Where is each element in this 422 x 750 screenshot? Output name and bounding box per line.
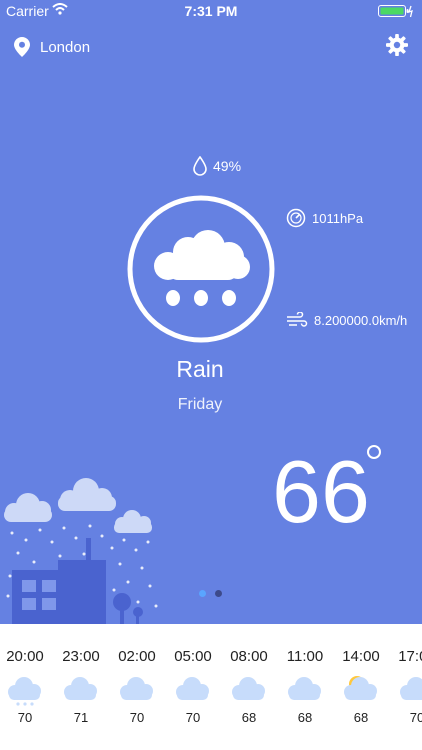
clock: 7:31 PM [184,3,238,19]
battery-icon [378,5,413,18]
settings-gear-icon[interactable] [386,34,408,56]
hourly-item: 20:00 70 [0,624,53,725]
hourly-item: 11:00 68 [277,624,333,725]
hourly-temp: 68 [297,710,313,725]
status-bar: Carrier 7:31 PM [0,0,422,22]
cloud-icon [232,677,265,700]
wind-readout: 8.200000.0km/h [286,312,407,328]
temperature-value: 66 [272,442,370,541]
weather-app: { "status": {"carrier": "Carrier", "time… [0,0,422,750]
cloud-icon [120,677,153,700]
wind-icon [287,312,308,327]
hourly-time: 17:00 [398,648,422,665]
hourly-temp: 70 [409,710,422,725]
wind-value: 8.200000.0km/h [314,312,408,328]
hourly-item: 14:00 68 [333,624,389,725]
sun-cloud-icon [344,676,377,700]
hourly-time: 08:00 [230,648,268,665]
hourly-temp: 70 [17,710,33,725]
water-drop-icon [193,156,207,176]
hourly-forecast[interactable]: 20:00 70 23:00 71 02:00 70 05:00 70 08:00 68 11:00… [0,624,422,750]
rainy-city-illustration [4,478,158,624]
condition-label: Rain [176,356,224,382]
humidity-readout: 49% [193,156,241,176]
cloud-icon [176,677,209,700]
hourly-time: 20:00 [6,648,44,665]
hourly-temp: 68 [241,710,257,725]
day-label: Friday [177,396,223,413]
humidity-value: 49% [213,158,242,174]
hourly-time: 14:00 [342,648,380,665]
rain-cloud-icon [127,195,275,343]
hourly-temp: 71 [73,710,89,725]
page-dot-active[interactable] [199,590,206,597]
pressure-readout: 1011hPa [286,208,363,228]
hourly-temp: 68 [353,710,369,725]
hourly-item: 05:00 70 [165,624,221,725]
cloud-icon [64,677,97,700]
hourly-time: 02:00 [118,648,156,665]
city-label: London [40,38,91,56]
rain-cloud-icon [8,677,41,706]
hourly-item: 17:00 70 [389,624,422,725]
hourly-time: 11:00 [286,648,324,665]
main-panel: Carrier 7:31 PM London 49% 1011hPa 8.200… [0,0,422,624]
hourly-time: 05:00 [174,648,212,665]
cloud-icon [400,677,422,700]
page-dot[interactable] [215,590,222,597]
location-pin-icon [14,37,30,57]
cloud-icon [288,677,321,700]
location-button[interactable]: London [14,36,90,58]
page-indicator[interactable] [199,590,231,597]
hourly-item: 08:00 68 [221,624,277,725]
hourly-item: 02:00 70 [109,624,165,725]
pressure-value: 1011hPa [312,210,364,226]
hourly-time: 23:00 [62,648,100,665]
hourly-temp: 70 [129,710,145,725]
pressure-gauge-icon [286,208,306,228]
degree-symbol [367,445,381,459]
hourly-temp: 70 [185,710,201,725]
hourly-item: 23:00 71 [53,624,109,725]
